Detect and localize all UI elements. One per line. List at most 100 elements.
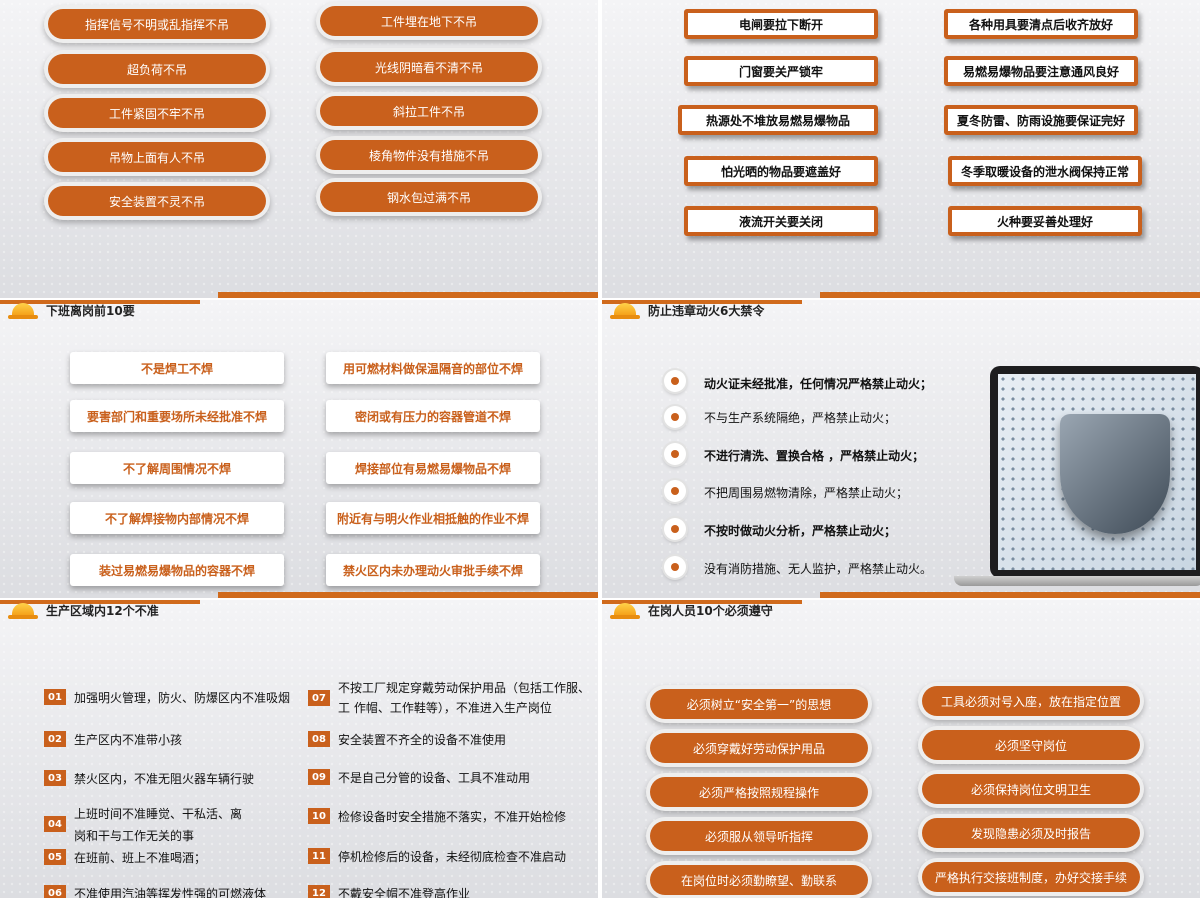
rule-pill: 必须服从领导听指挥	[650, 821, 868, 851]
numbered-rule: 10 检修设备时安全措施不落实，不准开始检修	[308, 807, 566, 827]
slide-crane-rules[interactable]: 指挥信号不明或乱指挥不吊 超负荷不吊 工件紧固不牢不吊 吊物上面有人不吊 安全装…	[0, 0, 598, 298]
rule-pill: 斜拉工件不吊	[320, 96, 538, 126]
rule-number: 04	[44, 816, 66, 832]
rule-pill: 必须坚守岗位	[922, 730, 1140, 760]
rule-pill: 必须树立“安全第一”的思想	[650, 689, 868, 719]
rule-card: 附近有与明火作业相抵触的作业不焊	[326, 502, 540, 534]
rule-pill: 安全装置不灵不吊	[48, 186, 266, 216]
rule-card: 不了解周围情况不焊	[70, 452, 284, 484]
slide-hotwork-bans[interactable]: 防止违章动火6大禁令 动火证未经批准，任何情况严格禁止动火； 不与生产系统隔绝，…	[602, 300, 1200, 598]
slide-header: 下班离岗前10要	[8, 302, 135, 319]
bullet-icon	[664, 370, 686, 392]
rule-number: 05	[44, 849, 66, 865]
slide-header: 防止违章动火6大禁令	[610, 302, 764, 319]
rule-box: 夏冬防雷、防雨设施要保证完好	[944, 105, 1138, 135]
bullet-icon	[664, 556, 686, 578]
rule-number: 08	[308, 731, 330, 747]
rule-pill: 棱角物件没有措施不吊	[320, 140, 538, 170]
rule-box: 火种要妥善处理好	[948, 206, 1142, 236]
rule-card: 禁火区内未办理动火审批手续不焊	[326, 554, 540, 586]
rule-box: 液流开关要关闭	[684, 206, 878, 236]
rule-number: 02	[44, 731, 66, 747]
rule-pill: 光线阴暗看不清不吊	[320, 52, 538, 82]
numbered-rule: 06 不准使用汽油等挥发性强的可燃液体	[44, 884, 266, 898]
rule-number: 09	[308, 769, 330, 785]
numbered-rule: 07 不按工厂规定穿戴劳动保护用品（包括工作服、 工 作帽、工作鞋等），不准进入…	[308, 678, 590, 718]
laptop-illustration	[954, 366, 1200, 596]
rule-pill: 必须严格按照规程操作	[650, 777, 868, 807]
helmet-icon	[610, 302, 640, 319]
ban-item: 不进行清洗、置换合格 ，严格禁止动火；	[704, 449, 925, 463]
slide-header: 在岗人员10个必须遵守	[610, 602, 773, 619]
slide-title: 生产区域内12个不准	[46, 604, 159, 618]
accent-bar	[218, 592, 598, 598]
rule-number: 10	[308, 808, 330, 824]
bullet-icon	[664, 443, 686, 465]
accent-bar	[820, 592, 1200, 598]
ban-item: 不按时做动火分析，严格禁止动火；	[704, 524, 897, 538]
bullet-icon	[664, 480, 686, 502]
rule-pill: 工具必须对号入座，放在指定位置	[922, 686, 1140, 716]
numbered-rule: 08 安全装置不齐全的设备不准使用	[308, 730, 506, 750]
rule-pill: 必须穿戴好劳动保护用品	[650, 733, 868, 763]
helmet-icon	[8, 602, 38, 619]
slide-title: 防止违章动火6大禁令	[648, 304, 765, 318]
rule-pill: 必须保持岗位文明卫生	[922, 774, 1140, 804]
accent-bar	[218, 292, 598, 298]
rule-card: 要害部门和重要场所未经批准不焊	[70, 400, 284, 432]
numbered-rule: 03 禁火区内，不准无阻火器车辆行驶	[44, 769, 254, 789]
slide-offduty-rules[interactable]: 电闸要拉下断开 门窗要关严锁牢 热源处不堆放易燃易爆物品 怕光晒的物品要遮盖好 …	[602, 0, 1200, 298]
rule-card: 用可燃材料做保温隔音的部位不焊	[326, 352, 540, 384]
rule-pill: 在岗位时必须勤瞭望、勤联系	[650, 865, 868, 895]
slide-title: 下班离岗前10要	[46, 304, 135, 318]
rule-pill: 吊物上面有人不吊	[48, 142, 266, 172]
helmet-icon	[8, 302, 38, 319]
numbered-rule: 05 在班前、班上不准喝酒；	[44, 848, 206, 868]
ban-item: 不把周围易燃物清除，严格禁止动火；	[704, 486, 909, 500]
rule-pill: 超负荷不吊	[48, 54, 266, 84]
rule-pill: 指挥信号不明或乱指挥不吊	[48, 9, 266, 39]
ban-item: 不与生产系统隔绝，严格禁止动火；	[704, 411, 897, 425]
numbered-rule: 11 停机检修后的设备，未经彻底检查不准启动	[308, 847, 566, 867]
rule-box: 各种用具要清点后收齐放好	[944, 9, 1138, 39]
numbered-rule: 12 不戴安全帽不准登高作业	[308, 884, 470, 898]
rule-number: 11	[308, 848, 330, 864]
rule-pill: 工件紧固不牢不吊	[48, 98, 266, 128]
ban-item: 没有消防措施、无人监护，严格禁止动火。	[704, 562, 933, 576]
numbered-rule: 04 上班时间不准睡觉、干私活、离 岗和干与工作无关的事	[44, 803, 242, 847]
bullet-icon	[664, 518, 686, 540]
rule-number: 03	[44, 770, 66, 786]
rule-box: 热源处不堆放易燃易爆物品	[678, 105, 878, 135]
slide-production-bans[interactable]: 生产区域内12个不准 01 加强明火管理，防火、防爆区内不准吸烟 02 生产区内…	[0, 600, 598, 898]
rule-box: 怕光晒的物品要遮盖好	[684, 156, 878, 186]
rule-pill: 钢水包过满不吊	[320, 182, 538, 212]
numbered-rule: 01 加强明火管理，防火、防爆区内不准吸烟	[44, 688, 290, 708]
rule-pill: 严格执行交接班制度，办好交接手续	[922, 862, 1140, 892]
numbered-rule: 02 生产区内不准带小孩	[44, 730, 182, 750]
rule-card: 装过易燃易爆物品的容器不焊	[70, 554, 284, 586]
rule-box: 易燃易爆物品要注意通风良好	[944, 56, 1138, 86]
helmet-icon	[610, 602, 640, 619]
rule-number: 01	[44, 689, 66, 705]
rule-card: 不是焊工不焊	[70, 352, 284, 384]
slide-onduty-musts[interactable]: 在岗人员10个必须遵守 必须树立“安全第一”的思想 必须穿戴好劳动保护用品 必须…	[602, 600, 1200, 898]
rule-number: 12	[308, 885, 330, 898]
rule-box: 电闸要拉下断开	[684, 9, 878, 39]
slide-welding-rules[interactable]: 下班离岗前10要 不是焊工不焊 要害部门和重要场所未经批准不焊 不了解周围情况不…	[0, 300, 598, 598]
slide-grid: 指挥信号不明或乱指挥不吊 超负荷不吊 工件紧固不牢不吊 吊物上面有人不吊 安全装…	[0, 0, 1200, 900]
rule-number: 06	[44, 885, 66, 898]
rule-card: 焊接部位有易燃易爆物品不焊	[326, 452, 540, 484]
slide-title: 在岗人员10个必须遵守	[648, 604, 773, 618]
numbered-rule: 09 不是自己分管的设备、工具不准动用	[308, 768, 530, 788]
ban-item: 动火证未经批准，任何情况严格禁止动火；	[704, 377, 933, 391]
rule-pill: 发现隐患必须及时报告	[922, 818, 1140, 848]
slide-header: 生产区域内12个不准	[8, 602, 159, 619]
accent-bar	[820, 292, 1200, 298]
shield-icon	[1060, 414, 1170, 534]
rule-box: 门窗要关严锁牢	[684, 56, 878, 86]
rule-card: 密闭或有压力的容器管道不焊	[326, 400, 540, 432]
rule-number: 07	[308, 690, 330, 706]
rule-box: 冬季取暖设备的泄水阀保持正常	[948, 156, 1142, 186]
rule-pill: 工件埋在地下不吊	[320, 6, 538, 36]
bullet-icon	[664, 406, 686, 428]
